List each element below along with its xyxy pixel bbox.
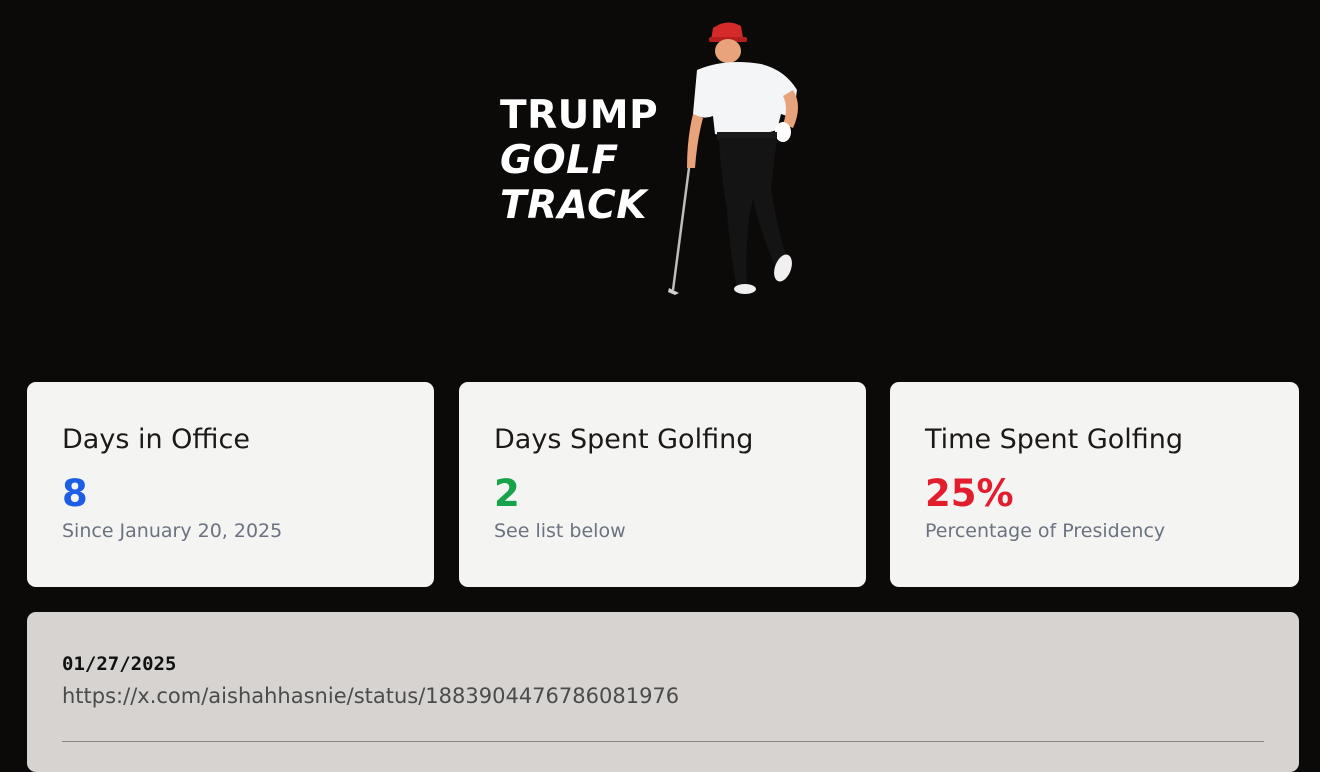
entry-date: 01/27/2025 <box>62 653 177 675</box>
stat-value: 8 <box>62 472 88 515</box>
stat-card-time-golfing: Time Spent Golfing 25% Percentage of Pre… <box>890 382 1299 587</box>
logo-line-track: TRACK <box>500 183 647 228</box>
logo-line-golf: GOLF <box>500 138 619 183</box>
hero-header: TRUMP GOLF TRACK <box>0 0 1320 340</box>
stat-title: Days Spent Golfing <box>494 424 754 455</box>
logo-line-trump: TRUMP <box>500 93 659 138</box>
stat-subtitle: See list below <box>494 520 626 542</box>
stat-title: Time Spent Golfing <box>925 424 1184 455</box>
golfer-figure-image <box>668 22 798 295</box>
site-logo[interactable]: TRUMP GOLF TRACK <box>500 93 658 228</box>
stat-card-days-in-office: Days in Office 8 Since January 20, 2025 <box>27 382 434 587</box>
entry-divider <box>62 741 1264 742</box>
entry-source-link[interactable]: https://x.com/aishahhasnie/status/188390… <box>62 684 1264 708</box>
stat-title: Days in Office <box>62 424 250 455</box>
stat-value: 2 <box>494 472 520 515</box>
list-item: 01/27/2025 https://x.com/aishahhasnie/st… <box>62 652 1264 708</box>
stat-value: 25% <box>925 472 1014 515</box>
golf-days-list: 01/27/2025 https://x.com/aishahhasnie/st… <box>27 612 1299 772</box>
stat-subtitle: Since January 20, 2025 <box>62 520 283 542</box>
stat-card-days-golfing: Days Spent Golfing 2 See list below <box>459 382 866 587</box>
stat-subtitle: Percentage of Presidency <box>925 520 1166 542</box>
